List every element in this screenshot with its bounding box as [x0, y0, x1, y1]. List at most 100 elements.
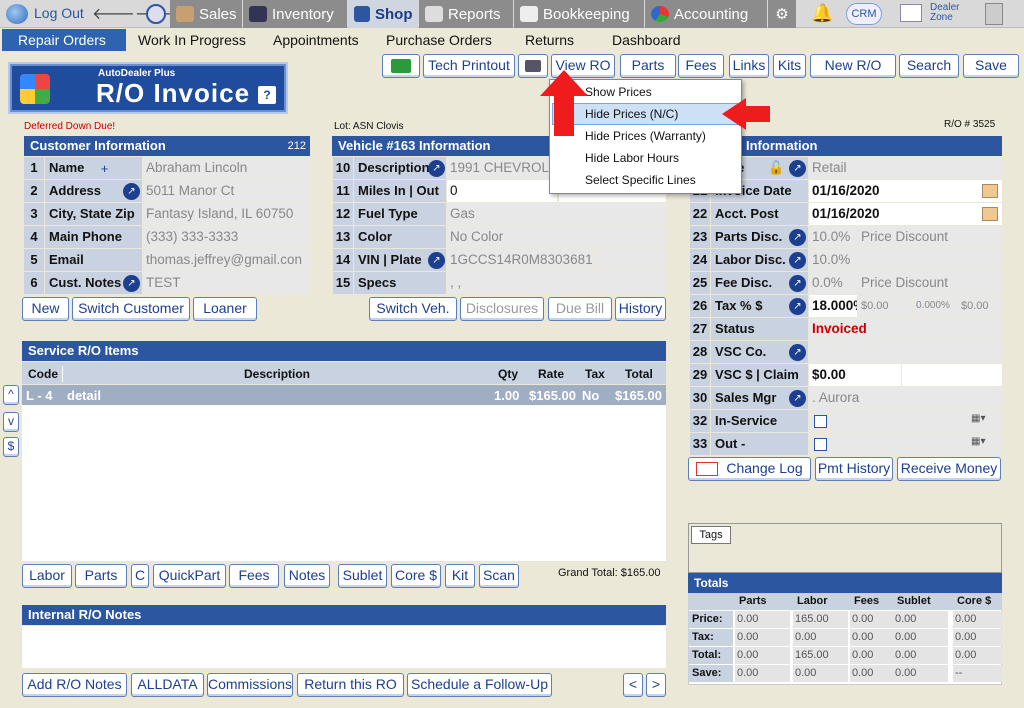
return-ro-button[interactable]: Return this RO	[297, 673, 404, 697]
ro-field-value[interactable]: $0.00	[809, 364, 901, 386]
subnav-purchase-orders[interactable]: Purchase Orders	[386, 29, 492, 51]
arrow-circle-icon[interactable]: ↗	[428, 252, 445, 269]
scan-button[interactable]: Scan	[479, 564, 519, 588]
arrow-circle-icon[interactable]: ↗	[789, 390, 806, 407]
customer-field-value[interactable]: Fantasy Island, IL 60750	[143, 203, 310, 225]
schedule-followup-button[interactable]: Schedule a Follow-Up	[407, 673, 552, 697]
prev-button[interactable]: <	[623, 673, 643, 697]
nav-sales[interactable]: Sales	[170, 0, 242, 28]
logout-link[interactable]: Log Out	[34, 5, 84, 21]
vehicle-field-value[interactable]: 1GCCS14R0M8303681	[447, 249, 593, 271]
subnav-wip[interactable]: Work In Progress	[138, 29, 246, 51]
change-log-button[interactable]: Change Log	[688, 457, 811, 481]
vehicle-field-value[interactable]: No Color	[447, 226, 666, 248]
help-icon[interactable]: ?	[258, 86, 276, 104]
notes-button[interactable]: Notes	[284, 564, 330, 588]
checkbox[interactable]	[814, 415, 827, 428]
tech-printout-button[interactable]: Tech Printout	[423, 54, 515, 78]
switch-vehicle-button[interactable]: Switch Veh.	[369, 297, 457, 321]
internal-notes-body[interactable]	[22, 626, 666, 668]
plate-field[interactable]	[595, 249, 666, 271]
customer-field-value[interactable]: 5011 Manor Ct	[143, 180, 310, 202]
arrow-circle-icon[interactable]: ↗	[428, 160, 445, 177]
checkbox[interactable]	[814, 438, 827, 451]
price-button[interactable]: $	[3, 437, 19, 457]
next-button[interactable]: >	[646, 673, 666, 697]
dealer-zone-icon[interactable]	[900, 4, 922, 22]
calendar-icon[interactable]	[982, 207, 998, 221]
table-row[interactable]: L - 4 detail 1.00 $165.00 No $165.00	[22, 385, 666, 405]
vehicle-field-value[interactable]: , ,	[447, 272, 666, 294]
ro-field-value[interactable]: . Aurora	[809, 387, 1002, 409]
fees-button[interactable]: Fees	[678, 54, 724, 78]
vehicle-field-value[interactable]: Gas	[447, 203, 666, 225]
ro-field-value[interactable]: Retail	[809, 157, 1002, 179]
disclosures-button[interactable]: Disclosures	[460, 297, 544, 321]
settings-icon[interactable]: ⚙	[768, 0, 796, 28]
menu-item[interactable]: Select Specific Lines	[551, 169, 740, 191]
ro-field-value[interactable]: 01/16/2020	[809, 180, 1002, 202]
arrow-circle-icon[interactable]: ↗	[789, 160, 806, 177]
nav-reports[interactable]: Reports	[419, 0, 513, 28]
labor-button[interactable]: Labor	[22, 564, 72, 588]
quickpart-button[interactable]: QuickPart	[153, 564, 226, 588]
customer-field-value[interactable]: Abraham Lincoln	[143, 157, 310, 179]
kit-button[interactable]: Kit	[445, 564, 475, 588]
arrow-circle-icon[interactable]: ↗	[789, 252, 806, 269]
fees-button[interactable]: Fees	[229, 564, 279, 588]
ro-field-value[interactable]: 10.0%	[809, 226, 861, 248]
arrow-circle-icon[interactable]: ↗	[789, 344, 806, 361]
nav-shop[interactable]: Shop	[348, 0, 418, 28]
vehicle-field-value[interactable]: 0	[447, 180, 557, 202]
ro-field-value[interactable]: 18.000%	[809, 295, 857, 317]
customer-field-value[interactable]: TEST	[143, 272, 310, 294]
ro-field-value[interactable]	[809, 341, 1002, 363]
commissions-button[interactable]: Commissions	[207, 673, 293, 697]
customer-field-value[interactable]: (333) 333-3333	[143, 226, 310, 248]
calendar-dropdown-icon[interactable]: ▦▾	[971, 436, 997, 452]
arrow-circle-icon[interactable]: ↗	[789, 298, 806, 315]
calendar-dropdown-icon[interactable]: ▦▾	[971, 413, 997, 429]
c-button[interactable]: C	[131, 564, 149, 588]
ro-field-value[interactable]: 0.0%	[809, 272, 861, 294]
new-ro-button[interactable]: New R/O	[810, 54, 896, 78]
switch-customer-button[interactable]: Switch Customer	[72, 297, 190, 321]
nav-bookkeeping[interactable]: Bookkeeping	[514, 0, 644, 28]
bell-icon[interactable]: 🔔	[811, 3, 833, 24]
save-button[interactable]: Save	[963, 54, 1019, 78]
nav-accounting[interactable]: Accounting	[645, 0, 767, 28]
parts-button[interactable]: Parts	[75, 564, 127, 588]
folder-button[interactable]	[382, 54, 420, 78]
core-button[interactable]: Core $	[391, 564, 441, 588]
parts-button[interactable]: Parts	[620, 54, 676, 78]
move-down-button[interactable]: v	[3, 412, 19, 432]
lock-icon[interactable]: 🔓	[768, 160, 784, 176]
subnav-returns[interactable]: Returns	[525, 29, 574, 51]
move-up-button[interactable]: ^	[3, 385, 19, 405]
subnav-repair-orders[interactable]: Repair Orders	[2, 29, 126, 51]
arrow-circle-icon[interactable]: ↗	[789, 275, 806, 292]
arrow-circle-icon[interactable]: ↗	[789, 229, 806, 246]
due-bill-button[interactable]: Due Bill	[548, 297, 612, 321]
receive-money-button[interactable]: Receive Money	[897, 457, 1001, 481]
tags-label[interactable]: Tags	[691, 526, 731, 544]
subnav-appointments[interactable]: Appointments	[273, 29, 359, 51]
customer-field-value[interactable]: thomas.jeffrey@gmail.con	[143, 249, 310, 271]
ro-field-value[interactable]: 10.0%	[809, 249, 1002, 271]
arrow-circle-icon[interactable]: ↗	[123, 275, 140, 292]
claim-number-field[interactable]	[902, 364, 1002, 386]
subnav-dashboard[interactable]: Dashboard	[612, 29, 681, 51]
alldata-button[interactable]: ALLDATA	[131, 673, 204, 697]
logout-icon[interactable]	[6, 4, 28, 24]
menu-item[interactable]: Hide Labor Hours	[551, 147, 740, 169]
loaner-button[interactable]: Loaner	[193, 297, 257, 321]
kits-button[interactable]: Kits	[773, 54, 806, 78]
add-contact-icon[interactable]: +	[96, 160, 113, 177]
history-button[interactable]: History	[615, 297, 666, 321]
arrow-circle-icon[interactable]: ↗	[123, 183, 140, 200]
dealer-zone-label[interactable]: Dealer Zone	[930, 3, 959, 23]
crm-button[interactable]: CRM	[846, 3, 882, 25]
ro-field-value[interactable]: Invoiced	[809, 318, 1002, 340]
user-icon[interactable]	[146, 4, 166, 24]
search-button[interactable]: Search	[899, 54, 959, 78]
